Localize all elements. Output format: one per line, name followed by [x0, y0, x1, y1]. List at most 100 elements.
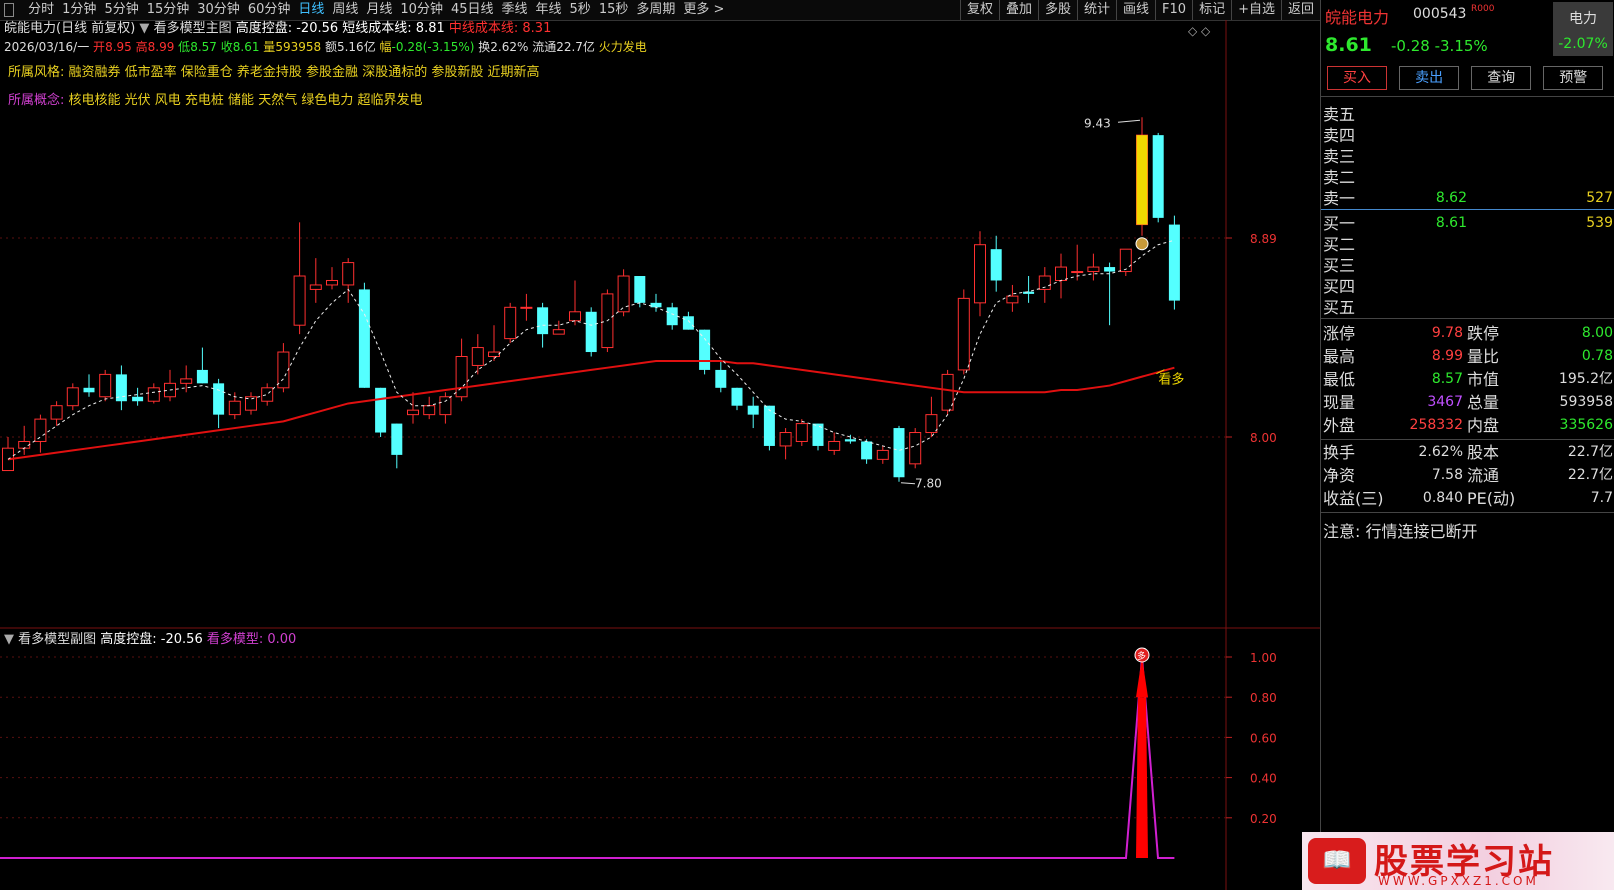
stat-row: 收益(三) 0.840 PE(动) 7.7 [1321, 487, 1614, 510]
sell-button[interactable]: 卖出 [1399, 66, 1460, 90]
bid-row[interactable]: 买三 [1321, 255, 1614, 276]
badge-glyph: 📖 [1322, 846, 1352, 874]
current-price: 8.61 [1325, 34, 1372, 56]
sub-model-value: 0.00 [267, 632, 297, 647]
sub-y-tick-label: 0.80 [1250, 691, 1277, 705]
ask-row[interactable]: 卖五 [1321, 104, 1614, 125]
bid-row[interactable]: 买五 [1321, 297, 1614, 318]
candle-body [666, 307, 678, 326]
candle-body [471, 347, 484, 366]
candle-body [407, 409, 419, 416]
candle-body [909, 432, 922, 465]
candle-body [552, 329, 565, 335]
bid-row[interactable]: 买二 [1321, 234, 1614, 255]
stat-value: 593958 [1559, 394, 1613, 410]
candle-body [375, 387, 387, 433]
candle-body [828, 440, 841, 451]
sub-indicator-name[interactable]: 看多模型副图 [18, 632, 96, 647]
ask-row[interactable]: 卖一 8.62 527 [1321, 188, 1614, 209]
book-icon: 📖 [1308, 838, 1366, 884]
sub-signal-bar [1136, 697, 1148, 858]
divider [1321, 512, 1614, 513]
candle-body [277, 351, 290, 389]
stat-row: 现量 3467 总量 593958 [1321, 391, 1614, 414]
candle-body [1087, 266, 1100, 273]
ma-line [7, 359, 1175, 461]
alert-button[interactable]: 预警 [1543, 66, 1604, 90]
stat-value: 7.7 [1590, 490, 1613, 506]
query-button[interactable]: 查询 [1471, 66, 1532, 90]
sector-name: 电力 [1569, 11, 1597, 27]
stat-value: 8.00 [1581, 325, 1613, 341]
stat-label: 外盘 [1323, 416, 1356, 435]
trade-buttons: 买入 卖出 查询 预警 [1327, 66, 1610, 90]
stock-name: 皖能电力 [1325, 8, 1390, 27]
level-label: 买三 [1323, 256, 1356, 275]
candle-body [715, 369, 727, 388]
candle-body [34, 418, 47, 442]
candle-body [650, 302, 662, 308]
candle-body [537, 307, 549, 335]
stat-row: 最低 8.57 市值 195.2亿 [1321, 368, 1614, 391]
candle-body [876, 449, 889, 460]
stat-label: 股本 [1467, 443, 1500, 462]
stat-row: 涨停 9.78 跌停 8.00 [1321, 322, 1614, 345]
buy-button[interactable]: 买入 [1327, 66, 1387, 90]
sub-dropdown-icon[interactable]: ▼ [4, 632, 14, 647]
sector-box[interactable]: 电力 -2.07% [1553, 2, 1613, 56]
candle-body [358, 289, 370, 388]
candle-body [1055, 266, 1067, 281]
candle-body [1023, 291, 1035, 294]
ask-row[interactable]: 卖二 [1321, 167, 1614, 188]
candle-body [990, 249, 1002, 281]
order-book: 卖五 卖四 卖三 卖二 卖一 8.62 527 买一 8.61 539 买二 买三 买四 买五 [1321, 104, 1614, 318]
candle-body [1071, 271, 1084, 274]
stat-label: 最低 [1323, 370, 1356, 389]
y-tick-label: 8.89 [1250, 232, 1277, 246]
ask-row[interactable]: 卖三 [1321, 146, 1614, 167]
candle-body [795, 423, 808, 442]
high-arrow [1117, 119, 1141, 123]
candle-body [1006, 295, 1019, 304]
sector-change: -2.07% [1558, 36, 1608, 52]
candle-body [1104, 267, 1116, 272]
bid-row[interactable]: 买一 8.61 539 [1321, 213, 1614, 234]
stat-label: 内盘 [1467, 416, 1500, 435]
stat-value: 8.57 [1431, 371, 1463, 387]
candle-body [520, 306, 533, 309]
stat-value: 9.78 [1431, 325, 1463, 341]
connection-notice: 注意: 行情连接已断开 [1323, 522, 1478, 541]
signal-text: 看多 [1158, 372, 1184, 388]
candle-body [925, 414, 938, 434]
divider [1321, 96, 1614, 97]
candle-body [261, 387, 274, 402]
bid-row[interactable]: 买四 [1321, 276, 1614, 297]
candle-body [957, 297, 970, 371]
ask-row[interactable]: 卖四 [1321, 125, 1614, 146]
candle-body [439, 396, 452, 416]
stat-value: 258332 [1409, 417, 1463, 433]
price-chart[interactable]: 8.00 8.89 9.43 7.80 看多 0.20 0.40 0.60 0.80 1.00 多 [0, 0, 1320, 890]
stat-row: 换手 2.62% 股本 22.7亿 [1321, 441, 1614, 464]
level-price: 8.62 [1435, 190, 1467, 206]
candle-body [455, 356, 468, 398]
level-label: 卖四 [1323, 126, 1356, 145]
stat-value: 8.99 [1431, 348, 1463, 364]
high-mark-label: 9.43 [1084, 116, 1111, 130]
sub-chart-title-line: ▼ 看多模型副图 高度控盘: -20.56 看多模型: 0.00 [4, 631, 296, 649]
sub-model-line [0, 656, 1175, 859]
limit-up-candle [1136, 135, 1148, 225]
candle-body [1152, 135, 1164, 218]
sub-model-label: 看多模型: [206, 632, 268, 647]
candle-body [213, 383, 225, 415]
stat-label: 涨停 [1323, 324, 1356, 343]
price-change: -0.28 -3.15% [1391, 37, 1488, 55]
stat-label: 跌停 [1467, 324, 1500, 343]
stat-row: 外盘 258332 内盘 335626 [1321, 414, 1614, 437]
candle-body [634, 276, 646, 303]
stat-row: 最高 8.99 量比 0.78 [1321, 345, 1614, 368]
stat-label: 收益(三) [1323, 489, 1384, 508]
stat-value: 0.840 [1422, 490, 1463, 506]
sub-y-tick-label: 0.20 [1250, 812, 1277, 826]
candle-body [893, 428, 905, 478]
